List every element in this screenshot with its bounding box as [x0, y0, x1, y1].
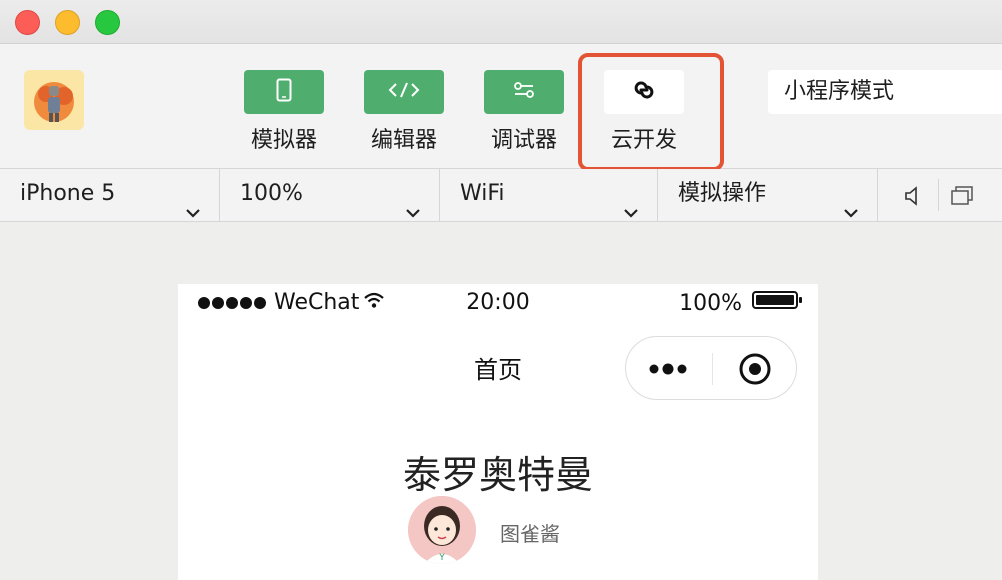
cloud-dev-highlight-box	[578, 53, 724, 171]
device-icons	[878, 169, 1002, 222]
network-select-value: WiFi	[460, 181, 505, 206]
close-target-icon[interactable]	[738, 352, 772, 390]
battery-group: 100%	[679, 290, 804, 316]
minimize-window-button[interactable]	[55, 10, 80, 35]
zoom-select[interactable]: 100%	[220, 169, 440, 222]
article-title: 泰罗奥特曼	[402, 453, 593, 497]
phone-icon	[276, 78, 292, 106]
window-pop-icon[interactable]	[950, 185, 974, 211]
device-bar: iPhone 5 100% WiFi 模拟操作	[0, 169, 1002, 222]
editor-label: 编辑器	[370, 128, 437, 153]
zoom-select-value: 100%	[240, 181, 303, 206]
device-select-value: iPhone 5	[20, 181, 116, 206]
app-avatar-icon[interactable]	[24, 70, 84, 130]
author-avatar[interactable]: Y	[408, 496, 476, 564]
simulator-tool[interactable]: 模拟器	[244, 70, 324, 154]
chevron-down-icon	[185, 187, 201, 237]
close-window-button[interactable]	[15, 10, 40, 35]
more-dots-icon[interactable]	[648, 361, 692, 381]
title-bar	[0, 0, 1002, 44]
chevron-down-icon	[623, 187, 639, 237]
simulate-action-value: 模拟操作	[678, 181, 767, 206]
sliders-icon	[513, 81, 535, 103]
chevron-down-icon	[405, 187, 421, 237]
editor-tool[interactable]: 编辑器	[364, 70, 444, 154]
editor-button[interactable]	[364, 70, 444, 114]
main-toolbar: 模拟器 编辑器 调试器 云开发 小程序模式	[0, 44, 1002, 171]
miniprogram-capsule	[625, 336, 797, 400]
toolbar-divider	[938, 179, 939, 211]
chevron-down-icon	[843, 187, 859, 237]
code-icon	[387, 81, 421, 103]
mode-select-value: 小程序模式	[784, 79, 895, 104]
network-select[interactable]: WiFi	[440, 169, 658, 222]
simulator-label: 模拟器	[250, 128, 317, 153]
author-name: 图雀酱	[500, 522, 560, 546]
mode-select[interactable]: 小程序模式	[768, 70, 1002, 114]
debugger-label: 调试器	[490, 128, 557, 153]
battery-icon	[752, 290, 804, 316]
phone-status-bar: WeChat 20:00 100%	[178, 284, 818, 326]
simulator-button[interactable]	[244, 70, 324, 114]
svg-text:Y: Y	[438, 553, 445, 563]
device-select[interactable]: iPhone 5	[0, 169, 220, 222]
debugger-button[interactable]	[484, 70, 564, 114]
speaker-mute-icon[interactable]	[904, 186, 920, 210]
maximize-window-button[interactable]	[95, 10, 120, 35]
simulate-action-select[interactable]: 模拟操作	[658, 169, 878, 222]
debugger-tool[interactable]: 调试器	[484, 70, 564, 154]
phone-preview: WeChat 20:00 100% 首页 泰罗奥特曼 Y 图雀酱	[178, 284, 818, 580]
battery-percent: 100%	[679, 290, 742, 316]
